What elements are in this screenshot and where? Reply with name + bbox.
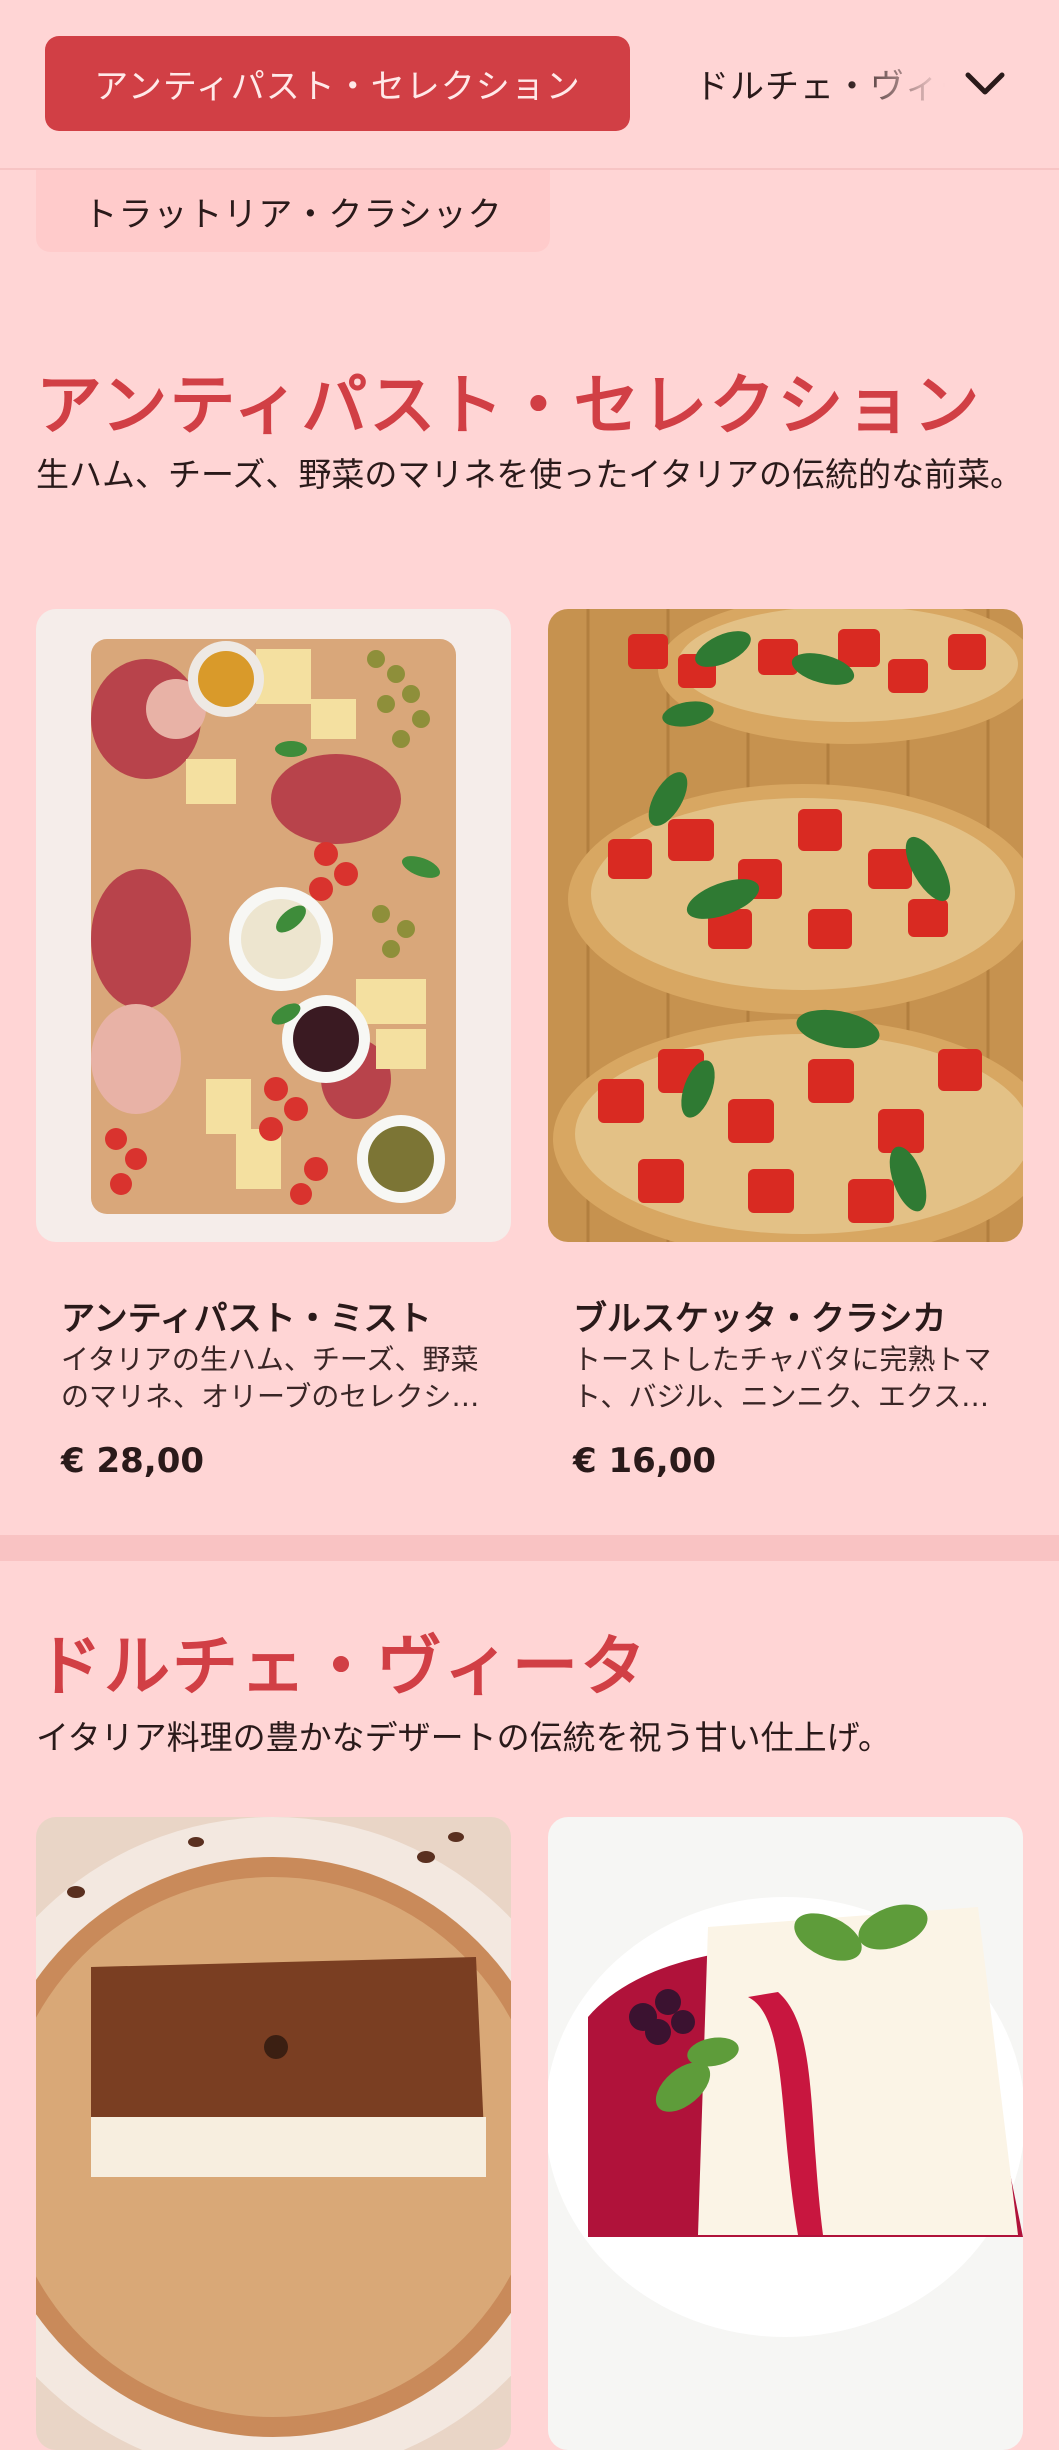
menu-item-name: アンティパスト・ミスト	[61, 1299, 432, 1339]
section-description: 生ハム、チーズ、野菜のマリネを使ったイタリアの伝統的な前菜。	[36, 455, 1024, 494]
tiramisu-image	[36, 1817, 511, 2450]
section-divider	[0, 1535, 1059, 1561]
menu-item-price: € 28,00	[61, 1441, 205, 1481]
menu-item-description: イタリアの生ハム、チーズ、野菜のマリネ、オリーブのセレクション	[61, 1343, 480, 1413]
menu-item-card[interactable]: ブルスケッタ・クラシカ トーストしたチャバタに完熟トマト、バジル、ニンニク、エク…	[548, 609, 1023, 1509]
section-title: アンティパスト・セレクション	[36, 367, 982, 444]
antipasto-platter-image	[36, 609, 511, 1242]
panna-cotta-image	[548, 1817, 1023, 2450]
menu-section-antipasto: アンティパスト・セレクション 生ハム、チーズ、野菜のマリネを使ったイタリアの伝統…	[0, 0, 1059, 1535]
menu-item-name: ブルスケッタ・クラシカ	[573, 1299, 947, 1339]
section-title: ドルチェ・ヴィータ	[36, 1628, 648, 1705]
section-description: イタリア料理の豊かなデザートの伝統を祝う甘い仕上げ。	[36, 1718, 892, 1757]
menu-item-card[interactable]	[36, 1817, 511, 2450]
menu-item-card[interactable]	[548, 1817, 1023, 2450]
bruschetta-image	[548, 609, 1023, 1242]
menu-section-dolce: ドルチェ・ヴィータ イタリア料理の豊かなデザートの伝統を祝う甘い仕上げ。	[0, 1561, 1059, 2450]
menu-item-price: € 16,00	[573, 1441, 717, 1481]
menu-item-description: トーストしたチャバタに完熟トマト、バジル、ニンニク、エクストラバージンオリーブオ…	[573, 1343, 992, 1413]
menu-item-card[interactable]: アンティパスト・ミスト イタリアの生ハム、チーズ、野菜のマリネ、オリーブのセレク…	[36, 609, 511, 1509]
